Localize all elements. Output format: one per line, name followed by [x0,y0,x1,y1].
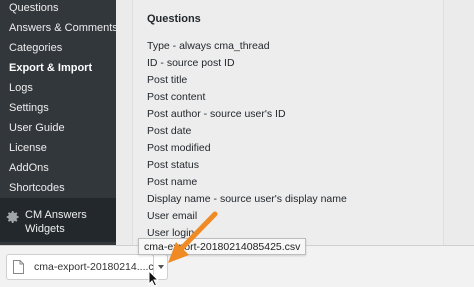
field-item: Post modified [147,142,211,154]
mouse-cursor-icon [148,270,160,287]
gear-icon [6,211,19,223]
sidebar-item-questions[interactable]: Questions [9,2,59,14]
sidebar-item-shortcodes[interactable]: Shortcodes [9,182,65,194]
sidebar-item-addons[interactable]: AddOns [9,162,49,174]
field-item: ID - source post ID [147,57,235,69]
sidebar-item-cm-answers-widgets[interactable]: CM Answers Widgets [0,198,116,242]
file-icon [13,260,24,274]
sidebar-item-export-import[interactable]: Export & Import [9,62,92,74]
field-item: Display name - source user's display nam… [147,193,347,205]
filename-tooltip: cma-export-20180214085425.csv [138,238,307,255]
download-item[interactable]: cma-export-20180214....csv [6,254,164,280]
sidebar-item-logs[interactable]: Logs [9,82,33,94]
sidebar-item-user-guide[interactable]: User Guide [9,122,65,134]
caret-down-icon [158,265,164,269]
export-fields-panel: Questions Type - always cma_thread ID - … [132,0,444,245]
field-item: Type - always cma_thread [147,40,270,52]
cm-answers-label: CM Answers [25,209,87,221]
admin-sidebar: Questions Answers & Comments Categories … [0,0,118,287]
sidebar-item-license[interactable]: License [9,142,47,154]
download-filename: cma-export-20180214....csv [34,261,165,273]
sidebar-item-answers-comments[interactable]: Answers & Comments [9,22,118,34]
sidebar-item-categories[interactable]: Categories [9,42,62,54]
field-item: Post date [147,125,192,137]
sidebar-item-settings[interactable]: Settings [9,102,49,114]
field-item: User email [147,210,198,222]
field-item: Post status [147,159,199,171]
field-item: Post content [147,91,206,103]
questions-heading: Questions [147,13,201,25]
field-item: Post name [147,176,198,188]
field-item: Post author - source user's ID [147,108,286,120]
field-item: Post title [147,74,188,86]
widgets-label: Widgets [25,223,65,235]
